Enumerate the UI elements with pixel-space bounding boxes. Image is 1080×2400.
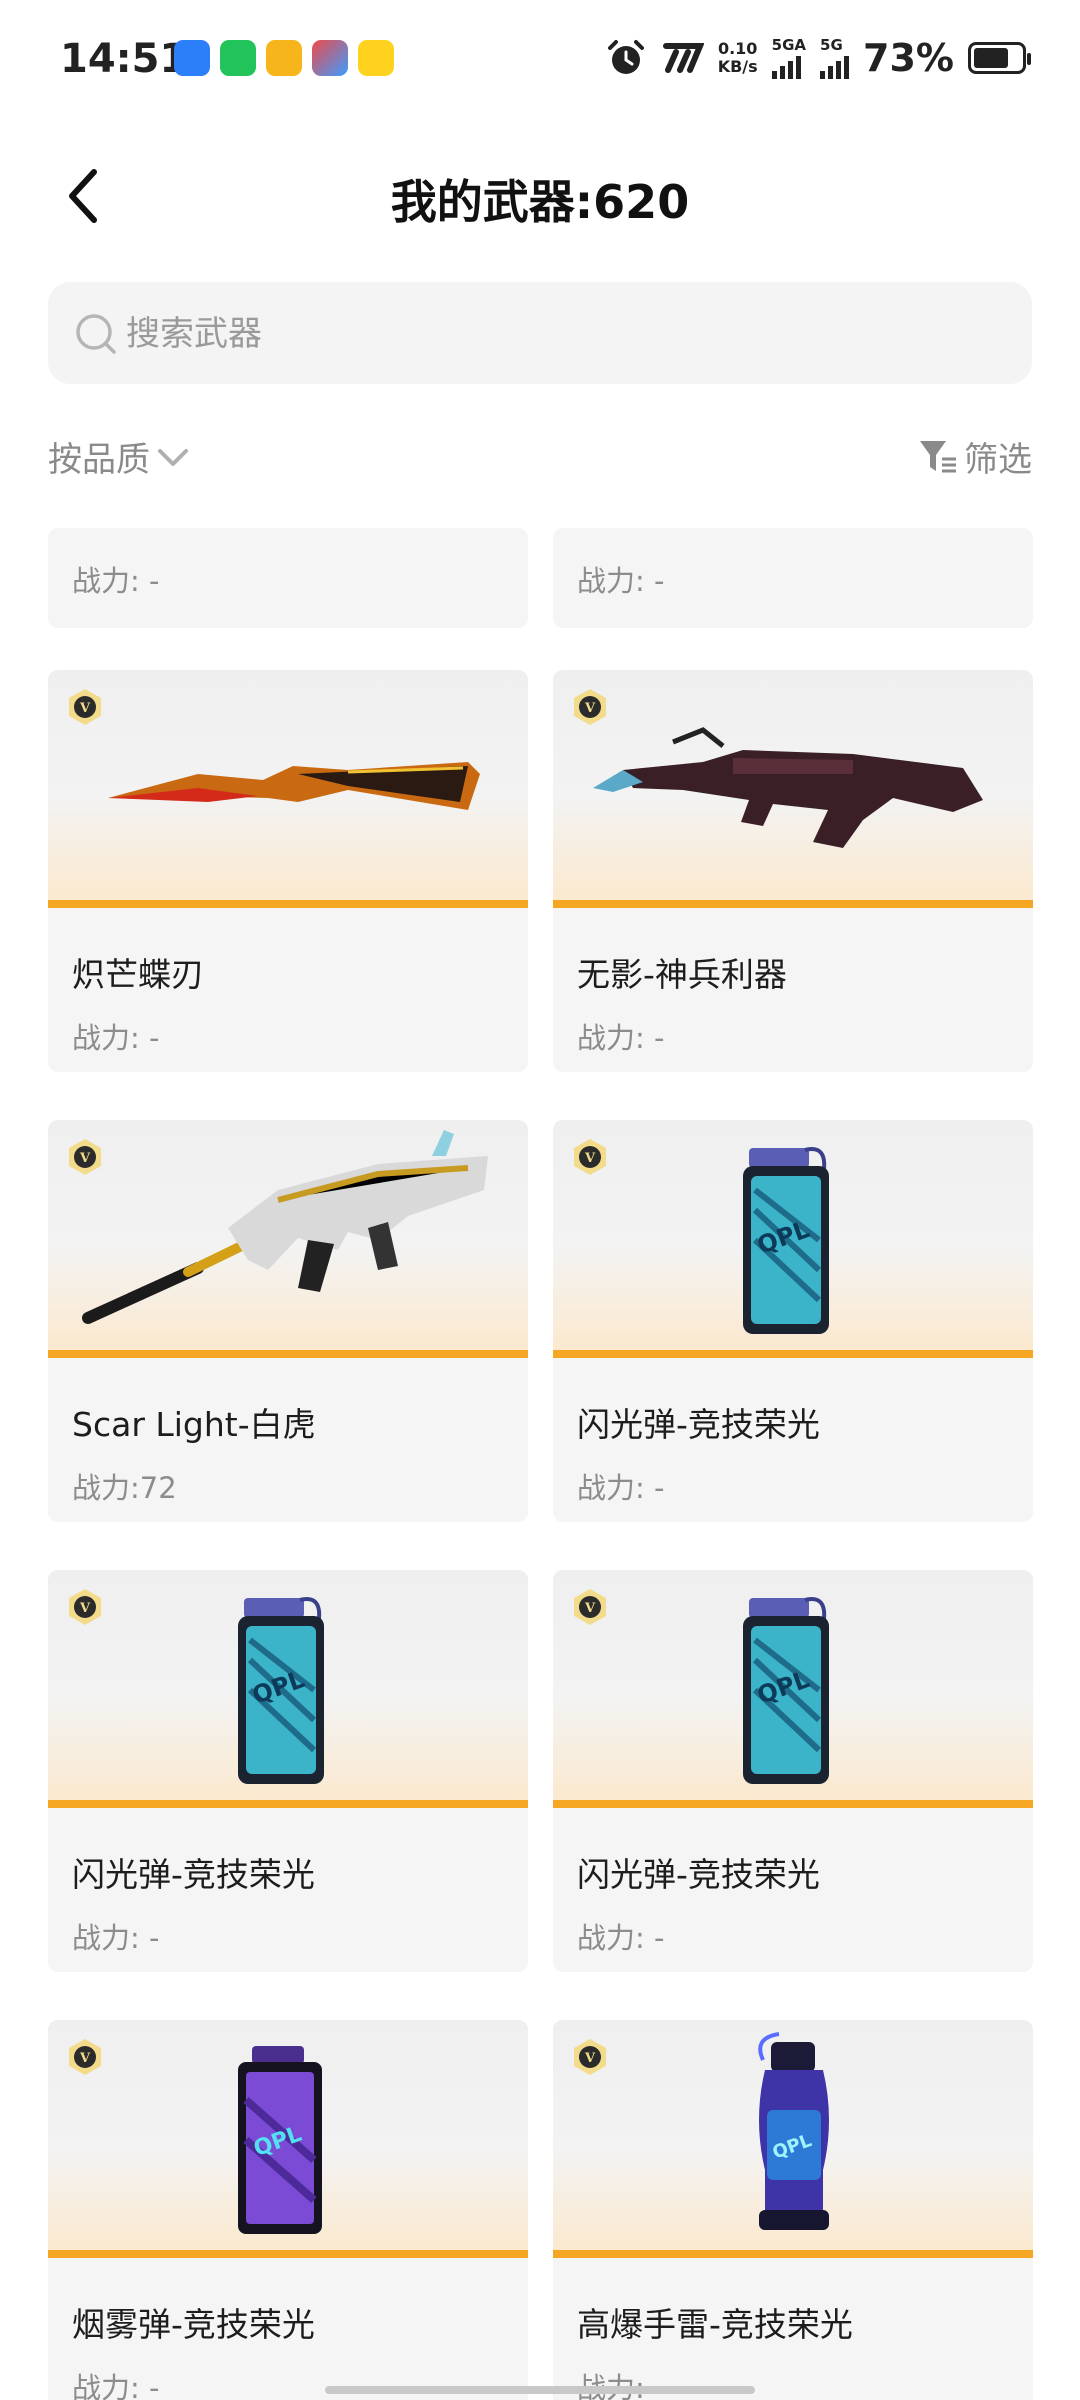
weapon-image: V xyxy=(553,670,1033,908)
weapon-image: V QPL xyxy=(553,1120,1033,1358)
net-speed: 0.10 KB/s xyxy=(718,40,758,76)
status-indicators: 0.10 KB/s 5GA 5G 73% xyxy=(606,35,1031,80)
weapon-name: Scar Light-白虎 xyxy=(72,1405,316,1444)
sort-label: 按品质 xyxy=(48,440,150,480)
filter-icon xyxy=(920,440,956,472)
weapon-image: V QPL xyxy=(553,2020,1033,2258)
weapon-card[interactable]: V QPL 闪光弹-竞技荣光战力: - xyxy=(553,1120,1033,1522)
weapon-name: 烟雾弹-竞技荣光 xyxy=(72,2305,315,2344)
weapon-power: 战力: - xyxy=(72,1021,160,1055)
sort-by-quality-button[interactable]: 按品质 xyxy=(48,432,190,481)
search-box[interactable] xyxy=(48,282,1032,386)
signal-bars-icon xyxy=(820,53,850,79)
wechat-icon xyxy=(220,40,256,76)
weapon-name: 闪光弹-竞技荣光 xyxy=(72,1855,315,1894)
signal-bars-icon xyxy=(771,53,801,79)
sim2-label: 5G xyxy=(820,35,843,54)
weapon-power: 战力:72 xyxy=(72,1471,177,1505)
weapon-image: V QPL xyxy=(553,1570,1033,1808)
weapon-power: 战力: - xyxy=(72,2371,160,2400)
status-bar: 14:51 0.10 KB/s 5GA 5G 73% xyxy=(0,0,1080,120)
weapon-image: V QPL xyxy=(48,1570,528,1808)
weapon-card[interactable]: V QPL 闪光弹-竞技荣光战力: - xyxy=(553,1570,1033,1972)
weapon-image: V xyxy=(48,670,528,908)
page-title: 我的武器:620 xyxy=(390,175,690,229)
network-brand-icon xyxy=(662,43,704,73)
weapon-card[interactable]: 战力: - xyxy=(553,528,1033,628)
weapon-card[interactable]: 战力: - xyxy=(48,528,528,628)
net-speed-value: 0.10 xyxy=(717,39,758,58)
app-yellow-2-icon xyxy=(358,40,394,76)
status-time: 14:51 xyxy=(60,36,188,82)
sim1-label: 5GA xyxy=(771,35,807,54)
app-colorful-icon xyxy=(312,40,348,76)
weapon-card[interactable]: V QPL 闪光弹-竞技荣光战力: - xyxy=(48,1570,528,1972)
weapon-power: 战力: - xyxy=(72,564,160,598)
weapon-grid[interactable]: 战力: - 战力: - V 炽芒蝶刃 战力: - V 无影-神兵利器 战力: - V Scar L… xyxy=(0,528,1080,2400)
search-input[interactable] xyxy=(124,282,1008,386)
weapon-power: 战力: - xyxy=(577,1921,665,1955)
weapon-image: V QPL xyxy=(48,2020,528,2258)
weapon-name: 高爆手雷-竞技荣光 xyxy=(577,2305,853,2344)
weapon-image: V xyxy=(48,1120,528,1358)
weapon-card[interactable]: VQPL 高爆手雷-竞技荣光战力: - xyxy=(553,2020,1033,2400)
weapon-power: 战力: - xyxy=(577,1471,665,1505)
battery-percent: 73% xyxy=(863,36,954,80)
alarm-icon xyxy=(607,40,644,74)
battery-icon xyxy=(968,42,1031,74)
app-blue-icon xyxy=(174,40,210,76)
weapon-power: 战力: - xyxy=(577,1021,665,1055)
home-indicator[interactable] xyxy=(325,2386,755,2394)
weapon-card[interactable]: V QPL 烟雾弹-竞技荣光战力: - xyxy=(48,2020,528,2400)
weapon-power: 战力: - xyxy=(577,2365,664,2400)
weapon-power: 战力: - xyxy=(72,1921,160,1955)
weapon-card[interactable]: V Scar Light-白虎战力:72 xyxy=(48,1120,528,1522)
net-speed-unit: KB/s xyxy=(717,57,758,76)
filter-button[interactable]: 筛选 xyxy=(918,432,1032,481)
weapon-name: 闪光弹-竞技荣光 xyxy=(577,1855,820,1894)
weapon-name: 炽芒蝶刃 xyxy=(72,955,204,994)
weapon-card[interactable]: V 炽芒蝶刃战力: - xyxy=(48,670,528,1072)
weapon-name: 无影-神兵利器 xyxy=(577,955,787,994)
search-icon xyxy=(76,314,116,354)
sim1-signal: 5GA xyxy=(771,35,807,79)
app-yellow-icon xyxy=(266,40,302,76)
weapon-name: 闪光弹-竞技荣光 xyxy=(577,1405,820,1444)
sim2-signal: 5G xyxy=(820,35,850,79)
chevron-down-icon xyxy=(158,448,188,466)
notification-icons xyxy=(174,40,394,76)
filter-label: 筛选 xyxy=(964,440,1032,480)
weapon-card[interactable]: V 无影-神兵利器战力: - xyxy=(553,670,1033,1072)
weapon-power: 战力: - xyxy=(577,564,665,598)
